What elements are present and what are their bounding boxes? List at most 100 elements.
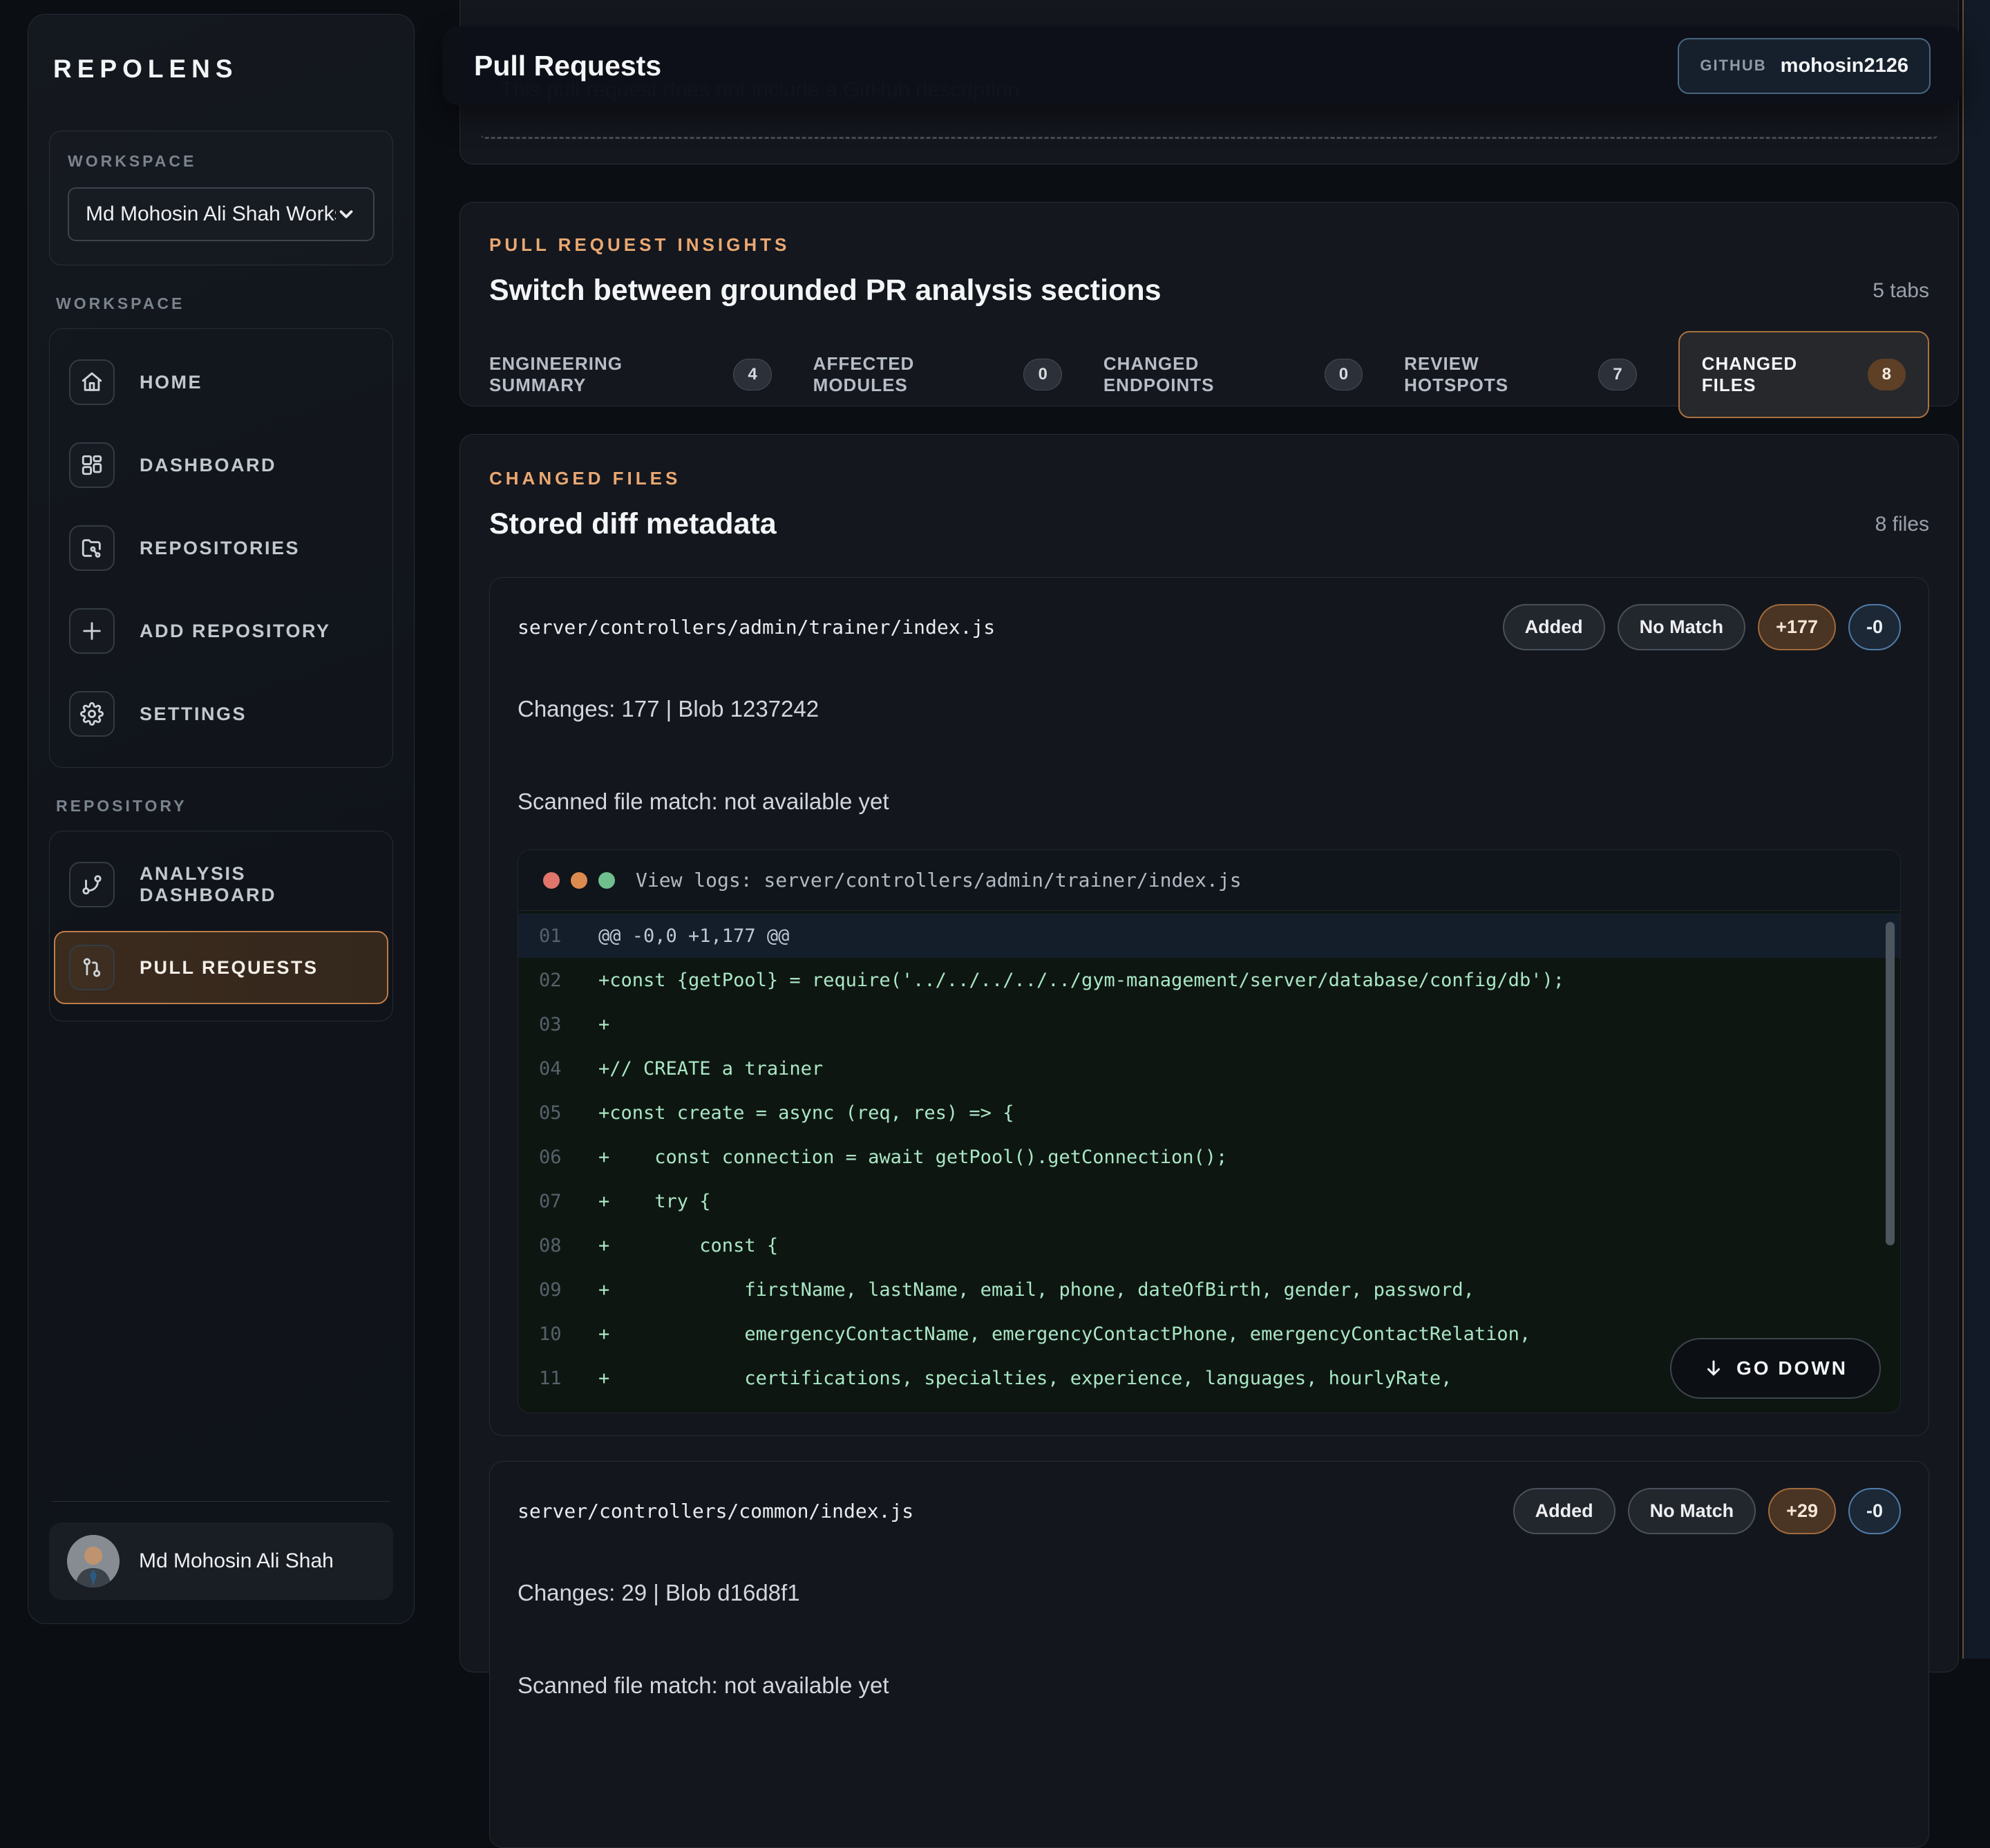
user-name: Md Mohosin Ali Shah [139,1549,334,1573]
diff-line: 01@@ -0,0 +1,177 @@ [518,914,1900,958]
repositories-icon [69,525,115,571]
brand-logo: REPOLENS [49,42,393,91]
sidebar-item-analysis-dashboard[interactable]: ANALYSIS DASHBOARD [69,862,373,907]
page-title: Pull Requests [474,50,661,82]
avatar [67,1535,120,1587]
diff-line: 06+ const connection = await getPool().g… [518,1135,1900,1179]
file-changes-line: Changes: 177 | Blob 1237242 [518,696,1901,722]
tabs-count: 5 tabs [1873,279,1929,303]
repository-nav: ANALYSIS DASHBOARD PULL REQUESTS [49,831,393,1021]
sidebar-item-label: DASHBOARD [140,455,276,476]
window-minimize-dot-icon [571,872,587,889]
window-dots [543,872,615,889]
terminal-title: View logs: server/controllers/admin/trai… [636,869,1242,892]
sidebar-item-label: SETTINGS [140,704,247,725]
files-count: 8 files [1875,513,1929,536]
changed-files-title: Stored diff metadata [489,507,777,541]
tab-engineering-summary[interactable]: ENGINEERING SUMMARY 4 [489,353,772,396]
window-maximize-dot-icon [598,872,615,889]
sidebar-item-label: PULL REQUESTS [140,957,319,979]
file-card: server/controllers/admin/trainer/index.j… [489,577,1929,1436]
file-path: server/controllers/admin/trainer/index.j… [518,616,995,639]
sidebar-item-label: REPOSITORIES [140,538,300,559]
github-account-badge[interactable]: GITHUB mohosin2126 [1678,38,1931,94]
github-label: GITHUB [1700,57,1766,75]
match-badge: No Match [1628,1488,1756,1534]
insights-section-label: PULL REQUEST INSIGHTS [489,234,1929,256]
go-down-button[interactable]: GO DOWN [1670,1338,1881,1399]
repo-section-label: REPOSITORY [56,797,388,815]
sidebar-item-dashboard[interactable]: DASHBOARD [69,442,373,488]
terminal-body: 01@@ -0,0 +1,177 @@ 02+const {getPool} =… [518,911,1900,1413]
tab-count-badge: 0 [1023,359,1061,390]
sidebar-item-label: HOME [140,372,202,393]
sidebar-item-label: ANALYSIS DASHBOARD [140,863,373,906]
deletions-badge: -0 [1848,1488,1901,1534]
file-badges: Added No Match +29 -0 [1513,1488,1901,1534]
tab-affected-modules[interactable]: AFFECTED MODULES 0 [813,353,1062,396]
pr-insights-section: PULL REQUEST INSIGHTS Switch between gro… [459,202,1959,406]
changed-files-section: CHANGED FILES Stored diff metadata 8 fil… [459,434,1959,1672]
tab-review-hotspots[interactable]: REVIEW HOTSPOTS 7 [1404,353,1637,396]
tab-changed-files[interactable]: CHANGED FILES 8 [1678,331,1929,418]
file-path: server/controllers/common/index.js [518,1500,913,1522]
file-card: server/controllers/common/index.js Added… [489,1461,1929,1848]
changed-files-section-label: CHANGED FILES [489,468,1929,489]
nav-section-label: WORKSPACE [56,294,388,313]
match-badge: No Match [1618,604,1746,650]
sidebar-divider [52,1501,390,1502]
diff-line: 04+// CREATE a trainer [518,1046,1900,1091]
github-username: mohosin2126 [1781,55,1908,77]
add-repository-icon [69,608,115,654]
sidebar-item-label: ADD REPOSITORY [140,621,331,642]
file-badges: Added No Match +177 -0 [1503,604,1901,650]
diff-line: 09+ firstName, lastName, email, phone, d… [518,1267,1900,1312]
tab-count-badge: 7 [1598,359,1636,390]
chevron-down-icon [336,204,357,225]
workspace-nav: HOME DASHBOARD REPOSITORIES ADD REPOSITO… [49,328,393,768]
diff-line: 08+ const { [518,1223,1900,1267]
sidebar-item-settings[interactable]: SETTINGS [69,691,373,737]
workspace-select-value: Md Mohosin Ali Shah Workspa [86,202,336,226]
window-close-dot-icon [543,872,560,889]
status-badge: Added [1503,604,1605,650]
diff-line: 05+const create = async (req, res) => { [518,1091,1900,1135]
file-scan-line: Scanned file match: not available yet [518,789,1901,815]
user-pill[interactable]: Md Mohosin Ali Shah [49,1522,393,1600]
tab-count-badge: 0 [1325,359,1363,390]
tab-count-badge: 8 [1868,359,1906,390]
additions-badge: +177 [1758,604,1836,650]
diff-terminal: View logs: server/controllers/admin/trai… [518,849,1901,1413]
file-scan-line: Scanned file match: not available yet [518,1672,1901,1699]
status-badge: Added [1513,1488,1615,1534]
dashboard-icon [69,442,115,488]
analysis-dashboard-icon [69,862,115,907]
sidebar-item-add-repository[interactable]: ADD REPOSITORY [69,608,373,654]
workspace-card: WORKSPACE Md Mohosin Ali Shah Workspa [49,131,393,265]
sidebar-item-pull-requests[interactable]: PULL REQUESTS [54,931,388,1004]
tab-changed-endpoints[interactable]: CHANGED ENDPOINTS 0 [1103,353,1363,396]
file-changes-line: Changes: 29 | Blob d16d8f1 [518,1580,1901,1606]
terminal-scrollbar[interactable] [1886,922,1895,1245]
diff-line: 07+ try { [518,1179,1900,1223]
sidebar-bottom: Md Mohosin Ali Shah [49,1501,393,1600]
sidebar-item-home[interactable]: HOME [69,359,373,405]
arrow-down-icon [1703,1358,1724,1379]
sidebar: REPOLENS WORKSPACE Md Mohosin Ali Shah W… [28,14,415,1624]
settings-icon [69,691,115,737]
insights-title: Switch between grounded PR analysis sect… [489,274,1162,308]
diff-line: 03+ [518,1002,1900,1046]
additions-badge: +29 [1768,1488,1836,1534]
home-icon [69,359,115,405]
main-content: Completed 3/27/2026, 10:32:21 PM Merge c… [442,0,1962,1659]
deletions-badge: -0 [1848,604,1901,650]
sidebar-item-repositories[interactable]: REPOSITORIES [69,525,373,571]
terminal-header: View logs: server/controllers/admin/trai… [518,850,1900,911]
workspace-card-label: WORKSPACE [68,152,375,171]
pull-requests-icon [69,945,115,990]
tab-count-badge: 4 [733,359,771,390]
page-scrollbar[interactable] [1962,0,1990,1659]
workspace-select[interactable]: Md Mohosin Ali Shah Workspa [68,187,375,241]
page-header: Pull Requests GITHUB mohosin2126 [442,26,1962,105]
insights-tabs: ENGINEERING SUMMARY 4 AFFECTED MODULES 0… [489,353,1929,396]
